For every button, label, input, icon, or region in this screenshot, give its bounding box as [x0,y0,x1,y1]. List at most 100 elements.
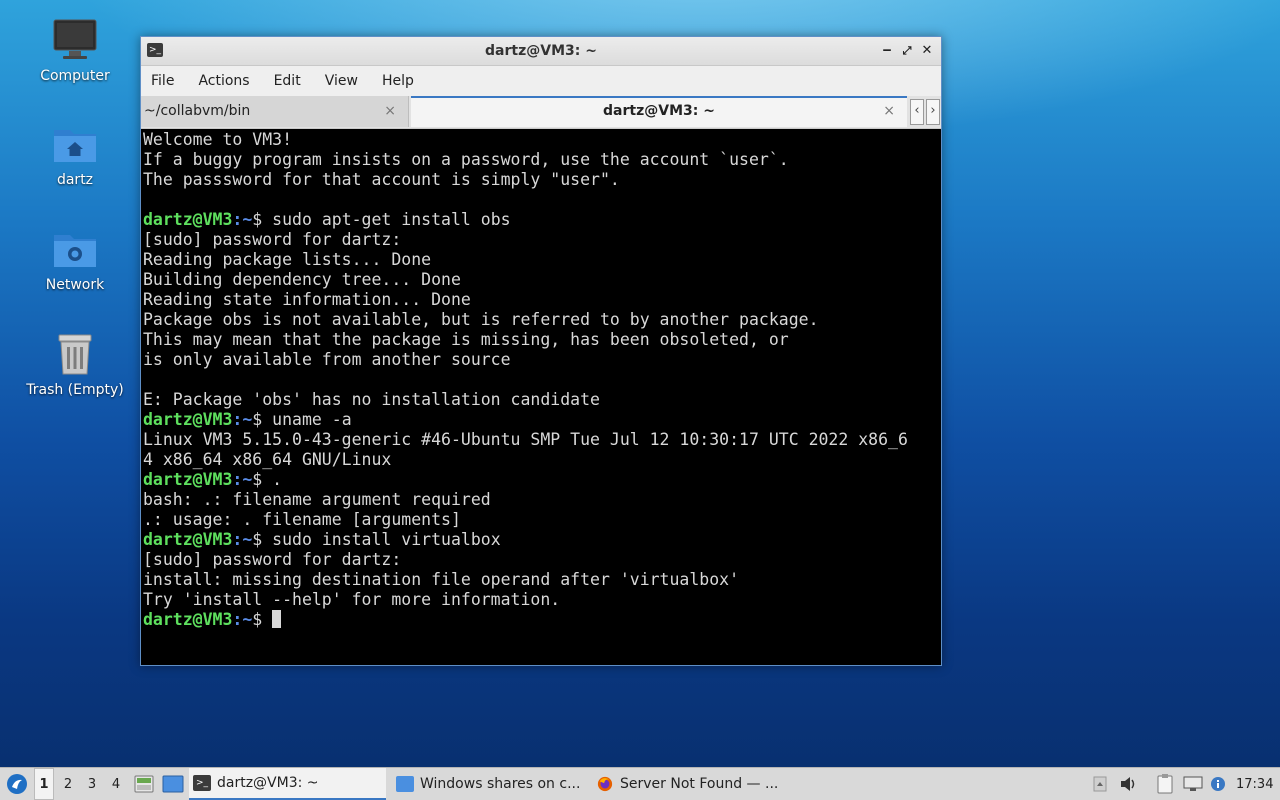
start-menu-button[interactable] [4,768,30,800]
prompt-path: :~ [232,470,253,489]
desktop-icon-network[interactable]: Network [20,225,130,293]
command-text: sudo apt-get install obs [272,210,511,229]
terminal-output-line: Linux VM3 5.15.0-43-generic #46-Ubuntu S… [143,430,939,450]
prompt-symbol: $ [252,610,273,629]
output-text: bash: .: filename argument required [143,490,491,509]
window-title: dartz@VM3: ~ [485,43,597,59]
output-text: install: missing destination file operan… [143,570,740,589]
clipboard-button[interactable] [1154,768,1176,800]
up-arrow-icon [1093,776,1107,792]
prompt-user: dartz@VM3 [143,470,233,489]
task-windows-shares[interactable]: Windows shares on c... [392,768,587,800]
task-terminal[interactable]: >_ dartz@VM3: ~ [189,768,386,800]
taskbar: 1 2 3 4 >_ dartz@VM3: ~ Windows shares o… [0,767,1280,800]
output-text: This may mean that the package is missin… [143,330,789,349]
terminal-output-line: is only available from another source [143,350,939,370]
terminal-output-line: The passsword for that account is simply… [143,170,939,190]
minimize-button[interactable]: ‒ [877,41,897,61]
firefox-icon [597,776,613,792]
output-text: Package obs is not available, but is ref… [143,310,819,329]
prompt-path: :~ [232,210,253,229]
terminal-output[interactable]: Welcome to VM3! If a buggy program insist… [143,130,939,663]
output-text: [sudo] password for dartz: [143,230,402,249]
network-icon [1183,776,1203,791]
workspace-1[interactable]: 1 [34,768,54,800]
output-text: If a buggy program insists on a password… [143,150,789,169]
menu-view[interactable]: View [325,71,358,91]
speaker-icon [1121,777,1135,791]
network-status-button[interactable] [1181,768,1205,800]
terminal-output-line: Welcome to VM3! [143,130,939,150]
file-manager-launcher[interactable] [133,768,155,800]
terminal-prompt-line: dartz@VM3:~$ sudo install virtualbox [143,530,939,550]
window-titlebar[interactable]: >_ dartz@VM3: ~ ‒ ⤢ ✕ [141,37,941,66]
tray-expand-button[interactable] [1091,768,1109,800]
volume-button[interactable] [1117,768,1139,800]
menu-help[interactable]: Help [382,71,414,91]
terminal-output-line: Reading state information... Done [143,290,939,310]
output-text: Reading state information... Done [143,290,471,309]
tab-scroll-left-button[interactable]: ‹ [910,99,924,125]
prompt-user: dartz@VM3 [143,530,233,549]
menu-file[interactable]: File [151,71,174,91]
terminal-output-line: Reading package lists... Done [143,250,939,270]
prompt-user: dartz@VM3 [143,210,233,229]
terminal-output-line: If a buggy program insists on a password… [143,150,939,170]
terminal-prompt-line: dartz@VM3:~$ . [143,470,939,490]
workspace-3[interactable]: 3 [82,768,102,800]
workspace-4[interactable]: 4 [106,768,126,800]
output-text: E: Package 'obs' has no installation can… [143,390,600,409]
workspace-2[interactable]: 2 [58,768,78,800]
tab-scroll-right-button[interactable]: › [926,99,940,125]
trash-icon [58,334,92,375]
command-text: uname -a [272,410,352,429]
file-cabinet-icon [134,775,154,793]
menu-edit[interactable]: Edit [274,71,301,91]
tab-close-icon[interactable]: × [384,96,396,127]
terminal-output-line: [sudo] password for dartz: [143,230,939,250]
menu-actions[interactable]: Actions [198,71,249,91]
tab-collabvm-bin[interactable]: ~/collabvm/bin × [141,96,409,127]
desktop-icon-home[interactable]: dartz [20,120,130,188]
prompt-user: dartz@VM3 [143,610,233,629]
command-text: . [272,470,283,489]
prompt-path: :~ [232,410,253,429]
desktop-icon-label: Computer [40,68,110,84]
clock[interactable]: 17:34 [1236,768,1273,800]
lubuntu-logo-icon [7,774,27,794]
terminal-prompt-line: dartz@VM3:~$ [143,610,939,630]
prompt-symbol: $ [252,530,273,549]
desktop-icon-trash[interactable]: Trash (Empty) [20,330,130,398]
network-folder-icon [54,235,96,267]
terminal-output-line: Building dependency tree... Done [143,270,939,290]
tab-label: ~/collabvm/bin [144,103,251,119]
prompt-symbol: $ [252,470,273,489]
prompt-path: :~ [232,610,253,629]
terminal-window: >_ dartz@VM3: ~ ‒ ⤢ ✕ File Actions Edit … [140,36,942,666]
terminal-output-line: 4 x86_64 x86_64 GNU/Linux [143,450,939,470]
desktop-icon-computer[interactable]: Computer [20,16,130,84]
maximize-button[interactable]: ⤢ [897,41,917,61]
computer-icon [53,19,97,59]
terminal-output-line: bash: .: filename argument required [143,490,939,510]
terminal-prompt-line: dartz@VM3:~$ sudo apt-get install obs [143,210,939,230]
home-folder-icon [54,130,96,162]
output-text: The passsword for that account is simply… [143,170,620,189]
task-label: Server Not Found — ... [620,776,779,792]
desktop-icon-label: Trash (Empty) [26,382,124,398]
tab-close-icon[interactable]: × [883,98,895,125]
task-label: Windows shares on c... [420,776,581,792]
task-firefox[interactable]: Server Not Found — ... [592,768,792,800]
folder-icon [396,776,414,792]
command-text: sudo install virtualbox [272,530,501,549]
show-desktop-button[interactable] [161,768,185,800]
text-cursor [272,610,282,628]
output-text: is only available from another source [143,350,511,369]
tab-dartz-vm3[interactable]: dartz@VM3: ~ × [411,96,907,127]
desktop-icon-label: Network [45,277,105,293]
terminal-prompt-line: dartz@VM3:~$ uname -a [143,410,939,430]
close-button[interactable]: ✕ [917,41,937,61]
updates-button[interactable] [1209,768,1227,800]
clipboard-icon [1157,774,1173,794]
info-icon [1211,777,1225,791]
